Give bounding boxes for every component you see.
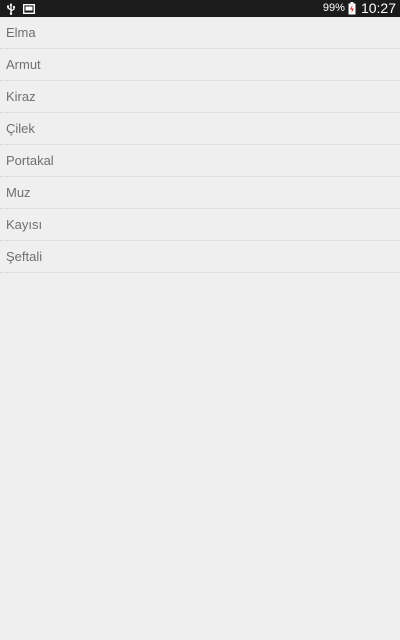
list-item[interactable]: Şeftali	[0, 241, 400, 273]
list-item[interactable]: Kayısı	[0, 209, 400, 241]
list-item[interactable]: Armut	[0, 49, 400, 81]
clock: 10:27	[360, 0, 396, 16]
battery-percent: 99%	[322, 2, 345, 14]
status-bar: 99% 10:27	[0, 0, 400, 17]
status-bar-left	[6, 2, 35, 15]
usb-icon	[6, 2, 16, 15]
list-item[interactable]: Kiraz	[0, 81, 400, 113]
list-item[interactable]: Portakal	[0, 145, 400, 177]
list-item[interactable]: Elma	[0, 17, 400, 49]
fruit-list: Elma Armut Kiraz Çilek Portakal Muz Kayı…	[0, 17, 400, 273]
status-bar-right: 99% 10:27	[323, 0, 396, 17]
battery-charging-icon	[348, 2, 356, 15]
list-item[interactable]: Muz	[0, 177, 400, 209]
screenshot-icon	[23, 3, 35, 14]
list-item[interactable]: Çilek	[0, 113, 400, 145]
